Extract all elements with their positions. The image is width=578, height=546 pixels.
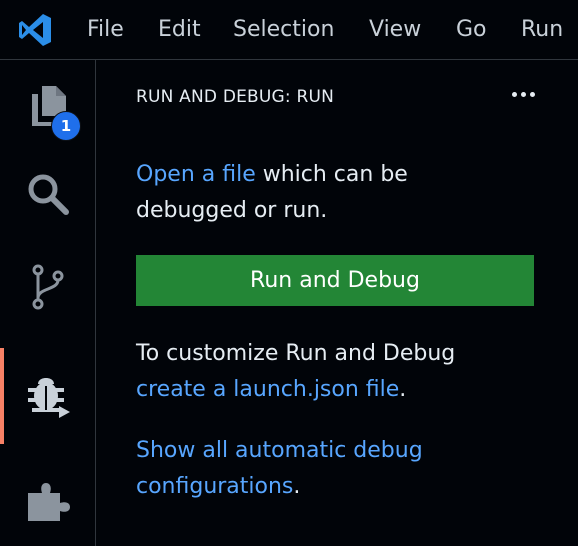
customize-paragraph: To customize Run and Debug create a laun… (136, 336, 536, 408)
activity-source-control[interactable] (0, 240, 95, 328)
open-file-link[interactable]: Open a file (136, 162, 256, 187)
title-bar: File Edit Selection View Go Run (0, 0, 578, 60)
open-file-paragraph: Open a file which can be debugged or run… (136, 157, 436, 229)
source-control-icon (32, 264, 64, 310)
run-debug-sidebar: RUN AND DEBUG: RUN Open a file which can… (96, 60, 578, 546)
active-indicator (0, 348, 4, 444)
run-debug-icon (28, 378, 70, 418)
activity-run-debug[interactable] (0, 348, 95, 444)
sidebar-title: RUN AND DEBUG: RUN (136, 87, 335, 107)
menu-go[interactable]: Go (456, 16, 487, 44)
menu-run[interactable]: Run (521, 16, 563, 44)
menu-file[interactable]: File (87, 16, 124, 44)
show-all-suffix: . (293, 474, 301, 499)
more-actions-icon[interactable] (512, 88, 540, 102)
show-all-paragraph: Show all automatic debug configurations. (136, 433, 466, 505)
explorer-badge: 1 (51, 111, 81, 141)
launch-suffix: . (399, 377, 407, 402)
activity-extensions[interactable] (0, 455, 95, 543)
search-icon (28, 174, 69, 215)
run-and-debug-button[interactable]: Run and Debug (136, 255, 534, 306)
menu-view[interactable]: View (369, 16, 421, 44)
create-launch-json-link[interactable]: create a launch.json file (136, 377, 399, 402)
activity-explorer[interactable]: 1 (0, 60, 95, 148)
activity-bar: 1 (0, 60, 96, 546)
activity-search[interactable] (0, 148, 95, 236)
menu-selection[interactable]: Selection (233, 16, 334, 44)
menu-edit[interactable]: Edit (158, 16, 201, 44)
extensions-icon (28, 483, 70, 521)
customize-text: To customize Run and Debug (136, 341, 456, 366)
vscode-logo-icon (19, 14, 51, 46)
show-all-debug-configurations-link[interactable]: Show all automatic debug configurations (136, 438, 423, 499)
